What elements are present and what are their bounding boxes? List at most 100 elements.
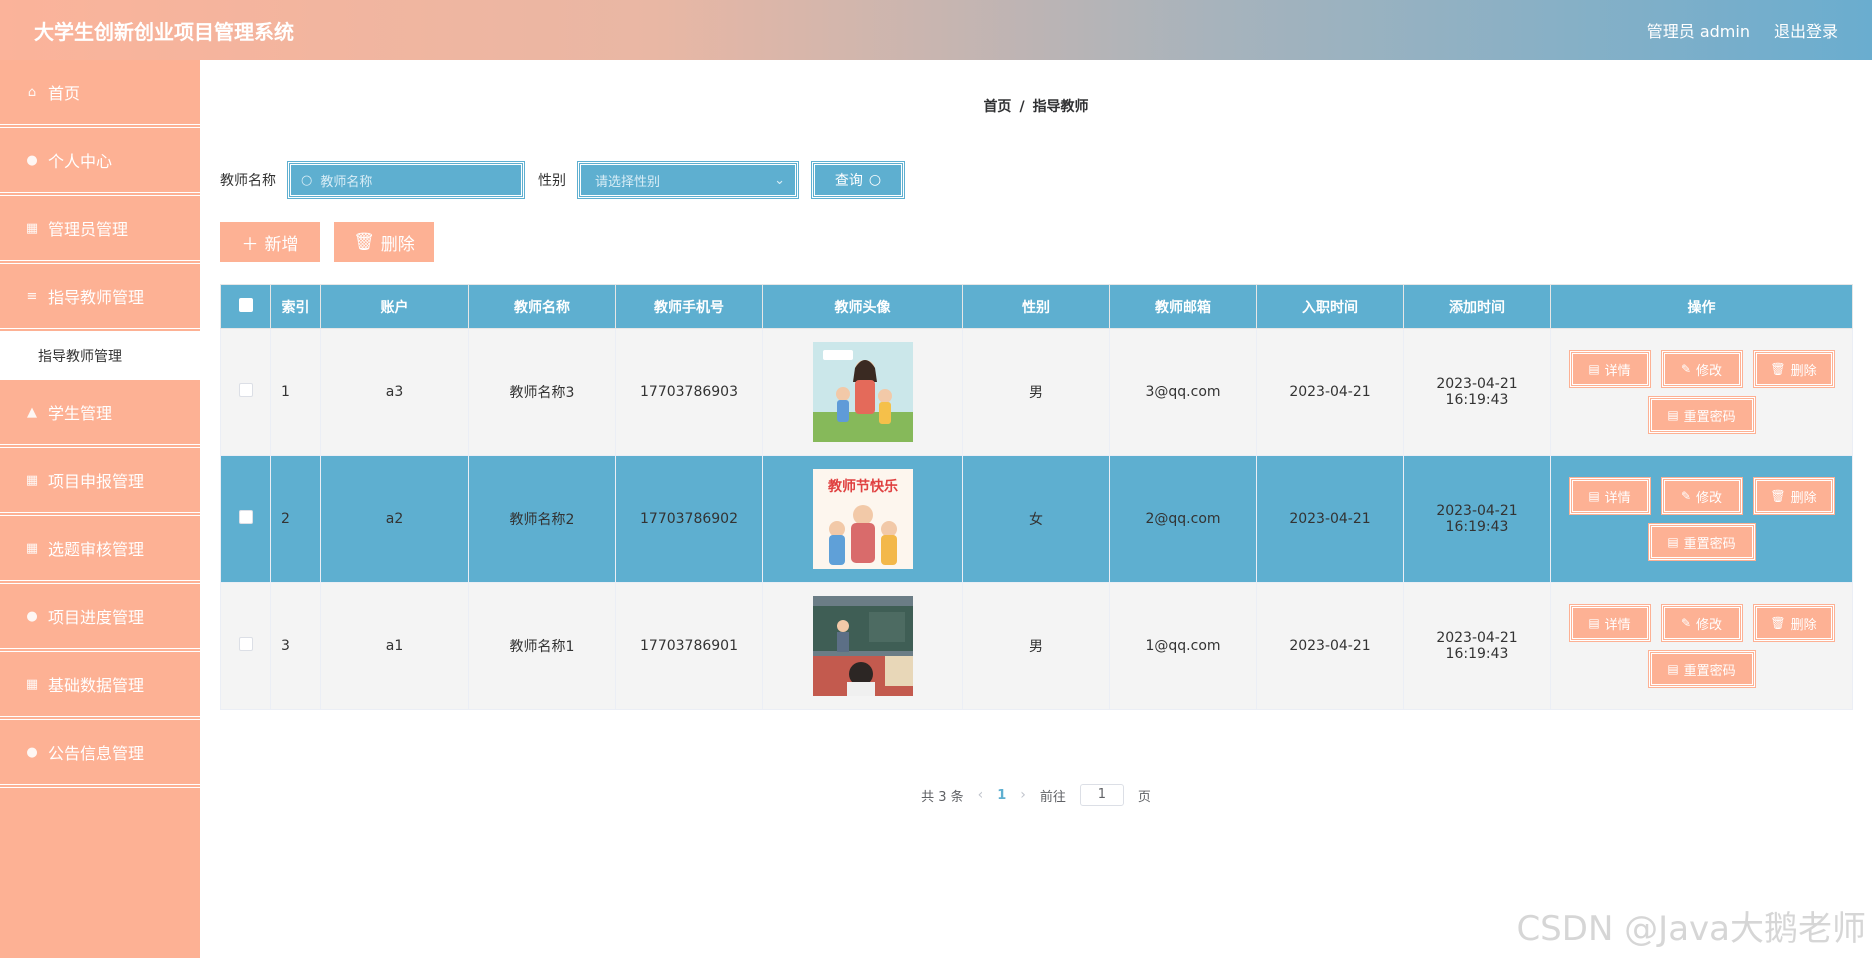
query-button[interactable]: 查询 ○	[811, 161, 905, 199]
breadcrumb-home[interactable]: 首页	[983, 99, 1011, 115]
col-added-time: 添加时间	[1403, 284, 1551, 329]
cell-phone: 17703786903	[615, 328, 763, 456]
add-label: 新增	[264, 234, 299, 255]
table-row: 2 a2 教师名称2 17703786902 教师节快乐 女 2@qq.com …	[220, 455, 1853, 583]
edit-button[interactable]: ✎ 修改	[1660, 477, 1743, 515]
cell-added-time: 2023-04-21 16:19:43	[1403, 328, 1551, 456]
trash-icon: 🗑	[1770, 489, 1786, 503]
reset-password-button[interactable]: ▤ 重置密码	[1647, 650, 1756, 688]
cell-phone: 17703786901	[615, 582, 763, 710]
pencil-icon: ✎	[1680, 489, 1692, 503]
row-delete-button[interactable]: 🗑 删除	[1752, 350, 1835, 388]
sidebar-item-notice[interactable]: ● 公告信息管理	[0, 720, 200, 788]
sidebar-item-label: 基础数据管理	[48, 676, 145, 695]
detail-button[interactable]: ▤ 详情	[1568, 604, 1651, 642]
col-name: 教师名称	[468, 284, 616, 329]
row-delete-button[interactable]: 🗑 删除	[1752, 477, 1835, 515]
reset-password-label: 重置密码	[1683, 536, 1736, 552]
pager-goto-input[interactable]: 1	[1079, 784, 1124, 806]
document-icon: ▤	[1667, 662, 1679, 676]
cell-name: 教师名称2	[468, 455, 616, 583]
sidebar-item-label: 指导教师管理	[48, 288, 145, 307]
row-checkbox[interactable]	[238, 637, 253, 651]
col-hire-date: 入职时间	[1256, 284, 1404, 329]
chevron-left-icon[interactable]: ‹	[978, 787, 984, 803]
reset-password-button[interactable]: ▤ 重置密码	[1647, 523, 1756, 561]
cell-name: 教师名称3	[468, 328, 616, 456]
cell-index: 1	[270, 328, 321, 456]
chevron-down-icon: ⌄	[774, 172, 785, 188]
sidebar-item-label: 项目申报管理	[48, 472, 145, 491]
trash-icon: 🗑	[353, 232, 375, 252]
cell-index: 3	[270, 582, 321, 710]
cell-account: a2	[320, 455, 469, 583]
pager-current-page[interactable]: 1	[997, 788, 1006, 803]
grid-icon: ▦	[25, 540, 39, 556]
user-icon: ●	[26, 744, 38, 760]
pager-goto-prefix: 前往	[1039, 789, 1066, 805]
select-all-checkbox[interactable]	[238, 297, 253, 312]
teacher-table: 索引 账户 教师名称 教师手机号 教师头像 性别 教师邮箱 入职时间 添加时间 …	[220, 284, 1853, 710]
sidebar-item-basic-data[interactable]: ▦ 基础数据管理	[0, 652, 200, 720]
teacher-name-label: 教师名称	[220, 173, 276, 189]
row-select-cell[interactable]	[220, 328, 271, 456]
cell-hire-date: 2023-04-21	[1256, 328, 1404, 456]
select-all-cell[interactable]	[220, 284, 271, 329]
cell-hire-date: 2023-04-21	[1256, 582, 1404, 710]
edit-button[interactable]: ✎ 修改	[1660, 604, 1743, 642]
teacher-avatar-image[interactable]: 教师节快乐	[812, 469, 913, 569]
cell-gender: 女	[962, 455, 1110, 583]
cell-avatar: 教师节快乐	[762, 455, 963, 583]
sidebar-item-topic-review[interactable]: ▦ 选题审核管理	[0, 516, 200, 584]
sidebar-item-project-apply[interactable]: ▦ 项目申报管理	[0, 448, 200, 516]
row-checkbox[interactable]	[238, 510, 253, 524]
sidebar-item-label: 项目进度管理	[48, 608, 145, 627]
cell-avatar	[762, 328, 963, 456]
teacher-name-input[interactable]: ○ 教师名称	[287, 161, 525, 199]
table-header-row: 索引 账户 教师名称 教师手机号 教师头像 性别 教师邮箱 入职时间 添加时间 …	[220, 284, 1853, 329]
col-actions: 操作	[1550, 284, 1853, 329]
teacher-avatar-image[interactable]	[812, 596, 913, 696]
detail-button[interactable]: ▤ 详情	[1568, 477, 1651, 515]
cell-actions: ▤ 详情 ✎ 修改 🗑 删除 ▤ 重置密码	[1550, 582, 1853, 710]
edit-button[interactable]: ✎ 修改	[1660, 350, 1743, 388]
col-phone: 教师手机号	[615, 284, 763, 329]
logout-link[interactable]: 退出登录	[1774, 18, 1838, 42]
row-select-cell[interactable]	[220, 455, 271, 583]
cell-added-time: 2023-04-21 16:19:43	[1403, 455, 1551, 583]
row-select-cell[interactable]	[220, 582, 271, 710]
pager-total: 共 3 条	[921, 789, 964, 805]
home-icon: ⌂	[27, 84, 37, 100]
reset-password-label: 重置密码	[1683, 663, 1736, 679]
user-icon: ●	[26, 608, 38, 624]
detail-button[interactable]: ▤ 详情	[1568, 350, 1651, 388]
row-checkbox[interactable]	[238, 383, 253, 397]
sidebar-item-profile[interactable]: ● 个人中心	[0, 128, 200, 196]
plus-icon: ＋	[241, 234, 259, 255]
reset-password-button[interactable]: ▤ 重置密码	[1647, 396, 1756, 434]
add-button[interactable]: ＋新增	[220, 222, 320, 262]
sidebar-item-label: 公告信息管理	[48, 744, 145, 763]
submenu-item-teacher[interactable]: 指导教师管理	[0, 332, 200, 380]
gender-select[interactable]: 请选择性别 ⌄	[577, 161, 799, 199]
avatar-caption: 教师节快乐	[828, 478, 898, 495]
cell-email: 2@qq.com	[1109, 455, 1257, 583]
teacher-avatar-image[interactable]	[812, 342, 913, 442]
sidebar-item-progress[interactable]: ● 项目进度管理	[0, 584, 200, 652]
sidebar-item-admin[interactable]: ▦ 管理员管理	[0, 196, 200, 264]
row-delete-button[interactable]: 🗑 删除	[1752, 604, 1835, 642]
pencil-icon: ✎	[1680, 362, 1692, 376]
current-user[interactable]: 管理员 admin	[1647, 18, 1750, 42]
sidebar-item-teacher[interactable]: ≡ 指导教师管理	[0, 264, 200, 332]
sidebar-item-student[interactable]: ▲ 学生管理	[0, 380, 200, 448]
delete-label: 删除	[380, 234, 415, 255]
grid-icon: ▦	[25, 472, 39, 488]
watermark: CSDN @Java大鹅老师	[1516, 909, 1866, 949]
sidebar-item-home[interactable]: ⌂ 首页	[0, 60, 200, 128]
breadcrumb-current: 指导教师	[1032, 99, 1089, 115]
col-avatar: 教师头像	[762, 284, 963, 329]
breadcrumb-separator: /	[1019, 99, 1025, 115]
chevron-right-icon[interactable]: ›	[1020, 787, 1026, 803]
header-right: 管理员 admin 退出登录	[1647, 18, 1838, 42]
delete-button[interactable]: 🗑 删除	[334, 222, 434, 262]
